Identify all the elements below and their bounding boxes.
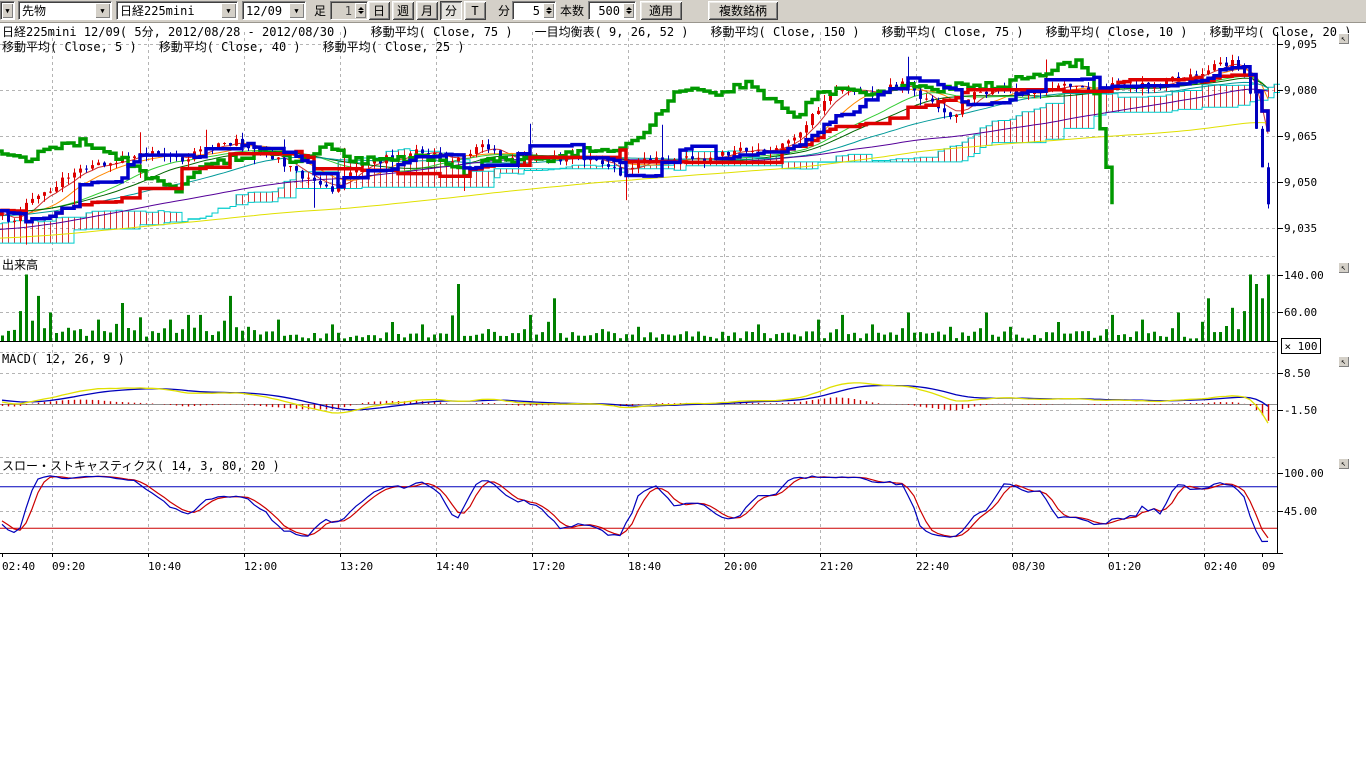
macd-panel-title: MACD( 12, 26, 9 ) — [2, 352, 125, 366]
x-axis-label: 22:40 — [916, 560, 949, 573]
stoch-panel-title: スロー・ストキャスティクス( 14, 3, 80, 20 ) — [2, 457, 280, 474]
ichimoku-lines-layer — [0, 60, 1268, 222]
diagonal-arrow-icon: ↖ — [1341, 358, 1346, 366]
price-axis-label: 9,050 — [1284, 176, 1317, 189]
x-axis-label: 20:00 — [724, 560, 757, 573]
volume-layer — [1, 275, 1270, 342]
panel-scale-button[interactable]: ↖ — [1338, 33, 1349, 44]
x-axis-label: 09:20 — [1262, 560, 1277, 573]
diagonal-arrow-icon: ↖ — [1341, 264, 1346, 272]
legend-ma5: 移動平均( Close, 5 ) — [2, 38, 137, 55]
x-axis-label: 13:20 — [340, 560, 373, 573]
price-axis-label: 9,035 — [1284, 222, 1317, 235]
gridlines-layer — [0, 32, 1277, 553]
price-axis-label: 9,065 — [1284, 130, 1317, 143]
legend-ma20: 移動平均( Close, 20 ) — [1210, 23, 1352, 40]
x-axis-label: 17:20 — [532, 560, 565, 573]
legend-ma10: 移動平均( Close, 10 ) — [1046, 23, 1188, 40]
x-axis-label: 08/30 — [1012, 560, 1045, 573]
volume-panel-title: 出来高 — [2, 256, 38, 273]
stoch-axis-label: 100.00 — [1284, 467, 1324, 480]
x-axis-label: 02:40 — [2, 560, 35, 573]
diagonal-arrow-icon: ↖ — [1341, 35, 1346, 43]
volume-axis-label: 140.00 — [1284, 269, 1324, 282]
legend-line-2: 移動平均( Close, 5 ) 移動平均( Close, 40 ) 移動平均(… — [2, 38, 465, 55]
x-axis-label: 10:40 — [148, 560, 181, 573]
panel-scale-button[interactable]: ↖ — [1338, 356, 1349, 367]
x-axis-label: 18:40 — [628, 560, 661, 573]
legend-ma75b: 移動平均( Close, 75 ) — [882, 23, 1024, 40]
x-axis-label: 21:20 — [820, 560, 853, 573]
legend-ma40: 移動平均( Close, 40 ) — [159, 38, 301, 55]
chart-application-window: { "toolbar": { "edge_combo_value": "", "… — [0, 0, 1366, 768]
macd-layer — [0, 383, 1277, 423]
macd-axis-label: -1.50 — [1284, 404, 1317, 417]
diagonal-arrow-icon: ↖ — [1341, 460, 1346, 468]
axes-layer — [0, 32, 1283, 557]
stoch-axis-label: 45.00 — [1284, 505, 1317, 518]
panel-scale-button[interactable]: ↖ — [1338, 262, 1349, 273]
candles-layer — [1, 55, 1270, 245]
x-axis-label: 14:40 — [436, 560, 469, 573]
volume-multiplier-box: × 100 — [1281, 338, 1321, 354]
x-axis-label: 09:20 — [52, 560, 85, 573]
legend-ma150: 移動平均( Close, 150 ) — [711, 23, 860, 40]
x-axis-label: 01:20 — [1108, 560, 1141, 573]
volume-axis-label: 60.00 — [1284, 306, 1317, 319]
x-axis-label: 12:00 — [244, 560, 277, 573]
x-axis-label: 02:40 — [1204, 560, 1237, 573]
chart-plot-area[interactable] — [0, 0, 1366, 600]
price-axis-label: 9,080 — [1284, 84, 1317, 97]
macd-axis-label: 8.50 — [1284, 367, 1311, 380]
stochastics-layer — [0, 476, 1277, 542]
panel-scale-button[interactable]: ↖ — [1338, 458, 1349, 469]
legend-ichimoku: 一目均衡表( 9, 26, 52 ) — [535, 23, 689, 40]
legend-ma25: 移動平均( Close, 25 ) — [323, 38, 465, 55]
